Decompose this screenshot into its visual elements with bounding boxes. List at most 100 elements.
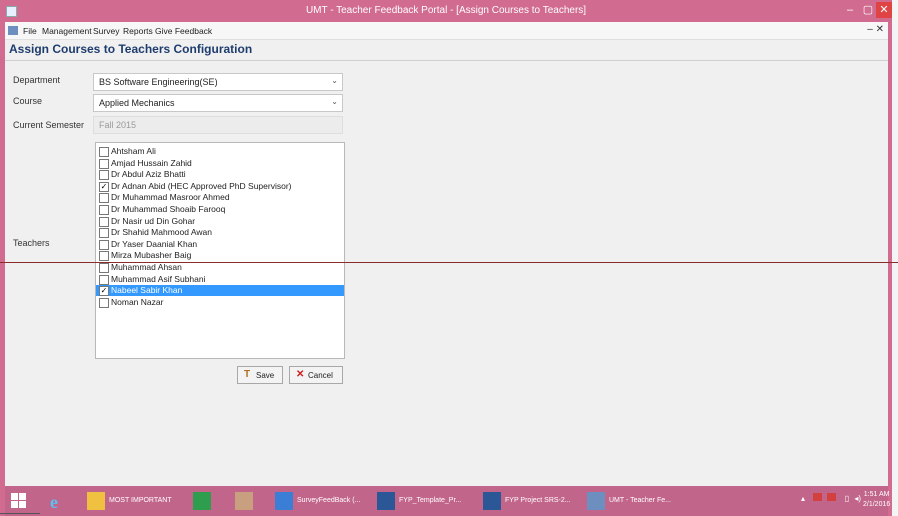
- teacher-checkbox[interactable]: [99, 205, 109, 215]
- teacher-checkbox[interactable]: [99, 239, 109, 250]
- menu-reports[interactable]: Reports: [123, 26, 153, 36]
- app-window: UMT - Teacher Feedback Portal - [Assign …: [0, 0, 892, 516]
- window-edge: [892, 0, 898, 516]
- app-icon: [587, 492, 605, 510]
- menu-bar: File Management Survey Reports Give Feed…: [5, 22, 888, 40]
- taskbar: e MOST IMPORTANT SurveyFeedBack (... FYP_T…: [5, 486, 890, 516]
- teacher-item[interactable]: Dr Muhammad Masroor Ahmed: [96, 192, 344, 204]
- teacher-item[interactable]: Ahtsham Ali: [96, 146, 344, 157]
- teacher-item[interactable]: Dr Yaser Daanial Khan: [96, 239, 344, 250]
- department-value: BS Software Engineering(SE): [99, 77, 218, 87]
- teacher-name: Dr Adnan Abid (HEC Approved PhD Supervis…: [111, 180, 292, 191]
- chevron-down-icon: ⌄: [331, 97, 338, 106]
- department-dropdown[interactable]: BS Software Engineering(SE) ⌄: [93, 73, 343, 91]
- course-dropdown[interactable]: Applied Mechanics ⌄: [93, 94, 343, 112]
- tool-icon: [235, 492, 253, 510]
- teacher-checkbox[interactable]: [99, 170, 109, 181]
- folder-icon: [87, 492, 105, 510]
- clock-time: 1:51 AM: [863, 491, 890, 498]
- chevron-down-icon: ⌄: [331, 76, 338, 85]
- teacher-item[interactable]: Dr Muhammad Shoaib Farooq: [96, 204, 344, 215]
- teacher-checkbox[interactable]: [99, 263, 109, 273]
- windows-start-icon[interactable]: [11, 493, 27, 509]
- tray-flag-icon[interactable]: [827, 493, 837, 501]
- close-button[interactable]: ✕: [876, 2, 892, 18]
- overlay-line: [0, 262, 898, 263]
- divider: [5, 60, 888, 61]
- taskbar-item-label: SurveyFeedBack (...: [297, 497, 361, 504]
- system-tray[interactable]: ▴ ▯ ◂): [801, 493, 861, 503]
- teacher-item[interactable]: Dr Shahid Mahmood Awan: [96, 227, 344, 239]
- taskbar-item-label: FYP Project SRS-2...: [505, 497, 571, 504]
- svg-text:e: e: [50, 492, 58, 511]
- teacher-item[interactable]: Muhammad Ahsan: [96, 262, 344, 273]
- word-icon: [483, 492, 501, 510]
- teachers-checklist[interactable]: Ahtsham Ali Amjad Hussain Zahid Dr Abdul A…: [95, 142, 345, 359]
- maximize-button[interactable]: ▢: [860, 2, 876, 18]
- teacher-item[interactable]: Dr Abdul Aziz Bhatti: [96, 169, 344, 181]
- teacher-checkbox[interactable]: [99, 193, 109, 204]
- minimize-button[interactable]: –: [842, 2, 858, 18]
- teacher-name: Dr Yaser Daanial Khan: [111, 238, 198, 249]
- teacher-item[interactable]: Dr Nasir ud Din Gohar: [96, 216, 344, 227]
- semester-value: Fall 2015: [99, 120, 137, 130]
- semester-field: Fall 2015: [93, 116, 343, 134]
- system-clock[interactable]: 1:51 AM 2/1/2016: [863, 490, 890, 510]
- teacher-name: Muhammad Ahsan: [111, 262, 182, 272]
- teacher-name: Dr Muhammad Masroor Ahmed: [111, 192, 230, 203]
- cancel-button[interactable]: ✕ Cancel: [289, 366, 343, 384]
- save-button[interactable]: T Save: [237, 366, 283, 384]
- teacher-item[interactable]: Amjad Hussain Zahid: [96, 158, 344, 169]
- teacher-name: Muhammad Asif Subhani: [111, 273, 206, 284]
- teacher-checkbox[interactable]: [99, 228, 109, 239]
- word-icon: [377, 492, 395, 510]
- teacher-checkbox[interactable]: ✓: [99, 181, 109, 192]
- teacher-name: Dr Muhammad Shoaib Farooq: [111, 204, 226, 214]
- mdi-window-controls[interactable]: – ✕: [867, 24, 884, 35]
- volume-icon[interactable]: ◂): [854, 494, 861, 503]
- teacher-name: Dr Abdul Aziz Bhatti: [111, 169, 186, 180]
- course-label: Course: [13, 96, 43, 106]
- baseline-mark: [0, 513, 40, 514]
- teacher-item[interactable]: ✓ Dr Adnan Abid (HEC Approved PhD Supervi…: [96, 181, 344, 192]
- visual-studio-icon: [275, 492, 293, 510]
- department-label: Department: [13, 75, 61, 85]
- menu-file[interactable]: File: [23, 26, 37, 36]
- teacher-name: Dr Shahid Mahmood Awan: [111, 227, 212, 238]
- teacher-name: Mirza Mubasher Baig: [111, 250, 192, 261]
- teacher-checkbox[interactable]: [99, 274, 109, 285]
- teacher-checkbox[interactable]: [99, 297, 109, 308]
- teacher-checkbox[interactable]: [99, 216, 109, 227]
- menu-management[interactable]: Management: [42, 26, 92, 36]
- tray-arrow-icon[interactable]: ▴: [801, 494, 805, 503]
- store-icon: [193, 492, 211, 510]
- page-title: Assign Courses to Teachers Configuration: [9, 42, 253, 56]
- save-label: Save: [256, 371, 275, 380]
- teacher-checkbox[interactable]: [99, 158, 109, 169]
- window-title: UMT - Teacher Feedback Portal - [Assign …: [305, 5, 587, 16]
- teacher-item[interactable]: Muhammad Asif Subhani: [96, 274, 344, 285]
- teacher-name: Nabeel Sabir Khan: [111, 285, 183, 296]
- menu-give-feedback[interactable]: Give Feedback: [155, 26, 212, 36]
- teachers-label: Teachers: [13, 238, 50, 248]
- teacher-name: Noman Nazar: [111, 296, 164, 307]
- teacher-item[interactable]: Noman Nazar: [96, 297, 344, 308]
- taskbar-item-label: UMT - Teacher Fe...: [609, 497, 671, 504]
- teacher-item[interactable]: Mirza Mubasher Baig: [96, 250, 344, 262]
- cancel-x-icon: ✕: [296, 369, 305, 380]
- teacher-item[interactable]: ✓ Nabeel Sabir Khan: [96, 285, 344, 297]
- teacher-checkbox[interactable]: [99, 147, 109, 157]
- cancel-label: Cancel: [308, 371, 333, 380]
- client-area: File Management Survey Reports Give Feed…: [5, 22, 888, 486]
- network-icon[interactable]: ▯: [845, 494, 849, 503]
- internet-explorer-icon[interactable]: e: [47, 491, 67, 512]
- course-value: Applied Mechanics: [99, 98, 175, 108]
- form-icon[interactable]: [8, 26, 18, 35]
- tray-app-icon[interactable]: [813, 493, 823, 501]
- teacher-checkbox[interactable]: [99, 251, 109, 262]
- title-bar[interactable]: UMT - Teacher Feedback Portal - [Assign …: [0, 0, 892, 22]
- teacher-name: Ahtsham Ali: [111, 146, 156, 156]
- teacher-checkbox[interactable]: ✓: [99, 286, 109, 297]
- menu-survey[interactable]: Survey: [93, 26, 119, 36]
- teacher-name: Amjad Hussain Zahid: [111, 157, 192, 168]
